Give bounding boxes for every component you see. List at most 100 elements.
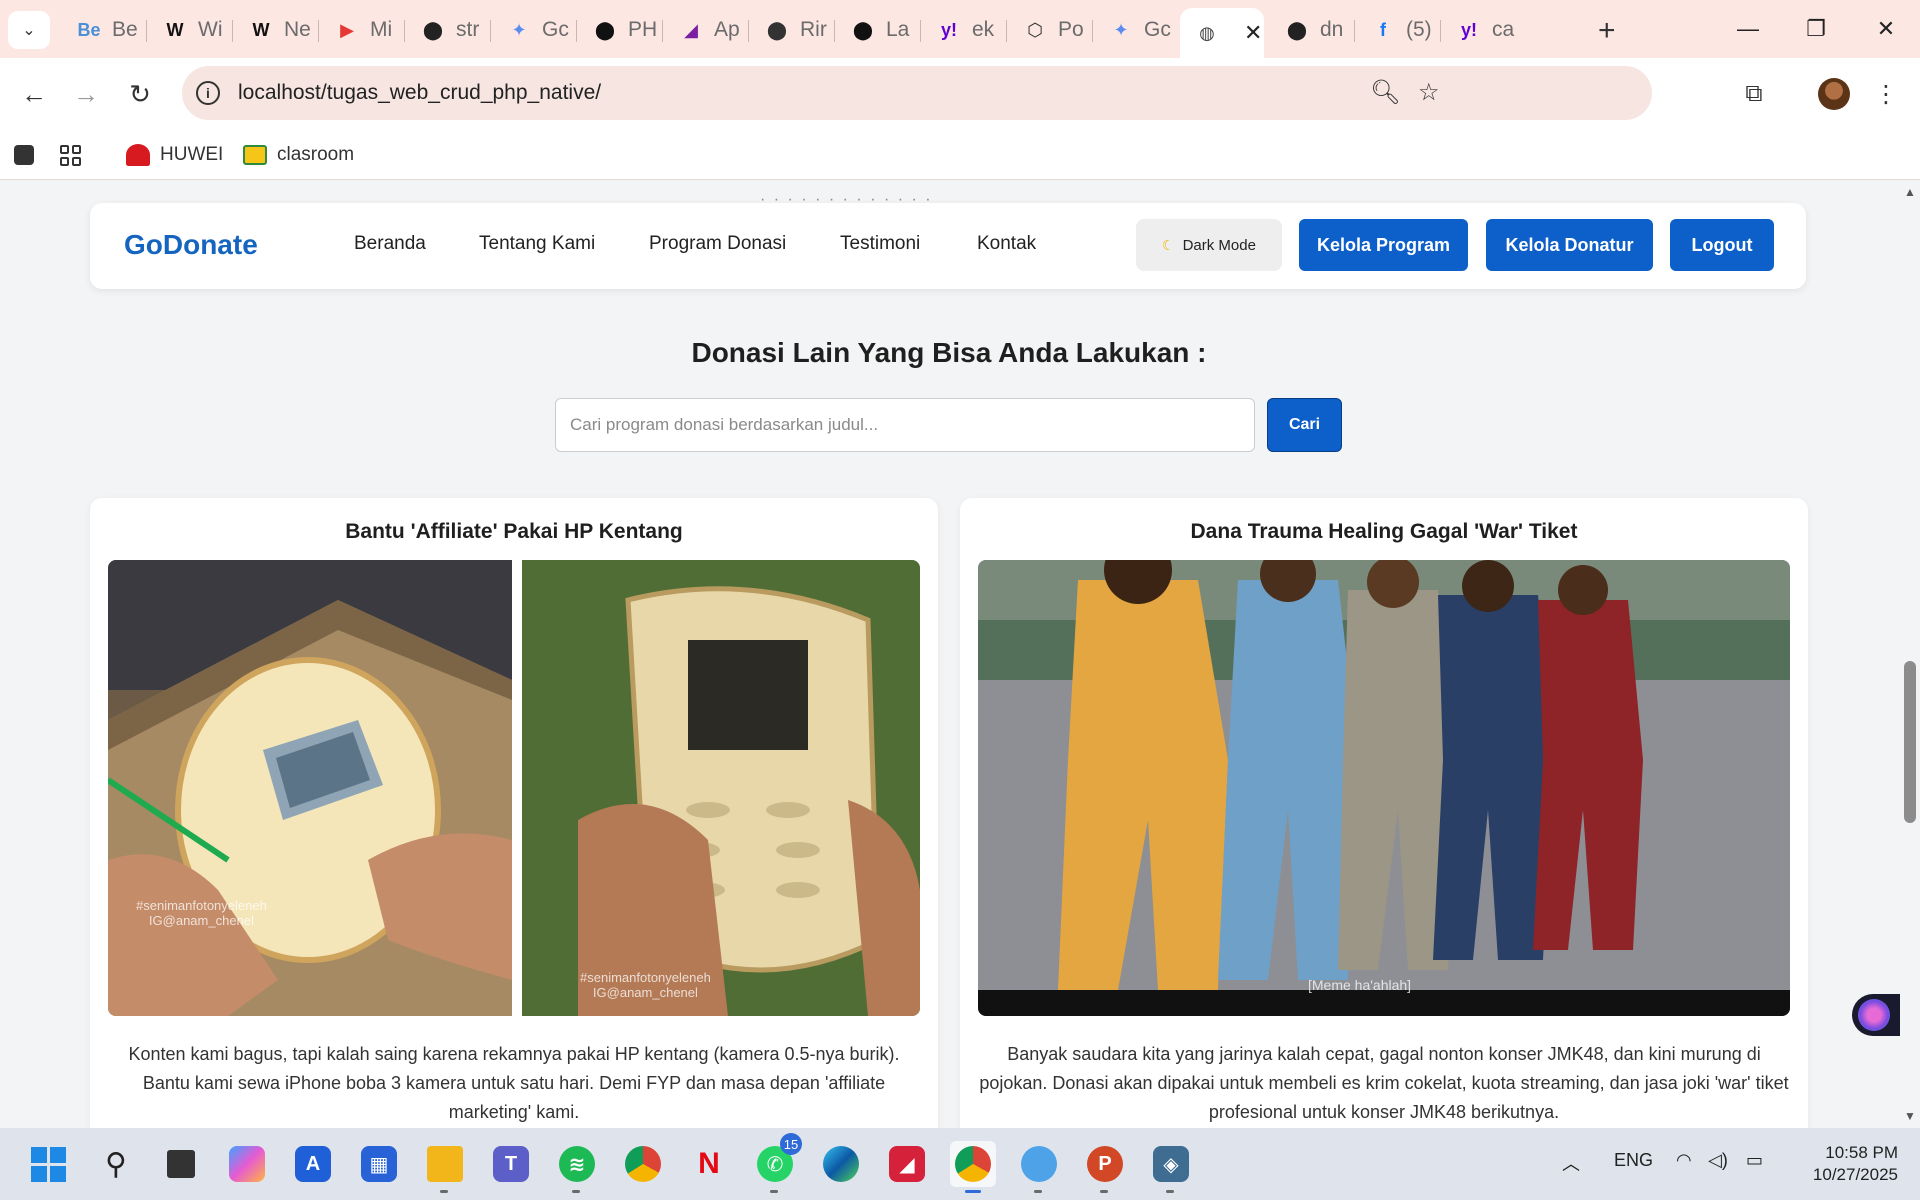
extensions-icon[interactable]: ⧉ <box>1734 74 1774 114</box>
tab-favicon-icon: ✦ <box>511 19 527 40</box>
page-scrollbar[interactable]: ▲ ▼ <box>1900 181 1920 1128</box>
image-watermark: #senimanfotonyeleneh IG@anam_chenel <box>580 970 711 1000</box>
search-button[interactable]: Cari <box>1267 398 1342 452</box>
browser-tab[interactable]: y! ek <box>922 10 1000 50</box>
reload-button[interactable]: ↻ <box>120 74 160 114</box>
browser-tab[interactable]: y! ca <box>1442 10 1520 50</box>
chrome-profile-app[interactable] <box>950 1141 996 1193</box>
nav-kontak[interactable]: Kontak <box>977 233 1036 255</box>
wifi-icon[interactable]: ◠ <box>1676 1150 1692 1171</box>
browser-tab[interactable]: Be Be <box>62 10 140 50</box>
donation-card[interactable]: Bantu 'Affiliate' Pakai HP Kentang #seni… <box>90 498 938 1128</box>
search-input[interactable] <box>555 398 1255 452</box>
arrow-right-icon: → <box>73 78 99 109</box>
donation-card[interactable]: Dana Trauma Healing Gagal 'War' Tiket [M… <box>960 498 1808 1128</box>
app-launcher[interactable]: A <box>290 1141 336 1187</box>
copilot-app[interactable] <box>224 1141 270 1187</box>
browser-tab-active[interactable]: ◍ ✕ <box>1180 8 1264 58</box>
dark-mode-toggle[interactable]: ☾ Dark Mode <box>1136 219 1282 271</box>
tab-separator <box>920 20 921 42</box>
scroll-up-icon[interactable]: ▲ <box>1904 185 1916 199</box>
back-button[interactable]: ← <box>14 74 54 114</box>
language-indicator[interactable]: ENG <box>1614 1150 1653 1171</box>
system-clock[interactable]: 10:58 PM 10/27/2025 <box>1788 1142 1898 1186</box>
volume-icon[interactable]: ◁) <box>1708 1150 1728 1171</box>
spotify-app[interactable]: ≋ <box>554 1141 600 1193</box>
browser-tab[interactable]: W Wi <box>148 10 226 50</box>
site-brand[interactable]: GoDonate <box>124 229 258 261</box>
tab-separator <box>834 20 835 42</box>
profile-avatar[interactable] <box>1818 78 1850 110</box>
site-info-icon[interactable]: i <box>196 81 220 105</box>
kelola-donatur-button[interactable]: Kelola Donatur <box>1486 219 1653 271</box>
restore-button[interactable]: ❐ <box>1788 8 1844 50</box>
tab-title: Rir <box>800 18 827 41</box>
chrome-app[interactable] <box>620 1141 666 1187</box>
running-indicator <box>1034 1190 1042 1193</box>
tab-search-button[interactable]: ⌄ <box>8 11 50 49</box>
teams-icon: T <box>493 1146 529 1182</box>
minimize-button[interactable]: — <box>1720 8 1776 50</box>
new-tab-button[interactable]: + <box>1598 14 1616 48</box>
close-tab-icon[interactable]: ✕ <box>1244 20 1262 46</box>
logout-button[interactable]: Logout <box>1670 219 1774 271</box>
browser-tab[interactable]: ⬤ PH <box>578 10 656 50</box>
tab-favicon-icon: ⬤ <box>852 19 874 40</box>
powerpoint-app[interactable]: P <box>1082 1141 1128 1193</box>
nav-program-donasi[interactable]: Program Donasi <box>649 233 786 255</box>
file-explorer-app[interactable] <box>422 1141 468 1193</box>
address-bar[interactable]: i localhost/tugas_web_crud_php_native/ 🔍… <box>182 66 1652 120</box>
netflix-app[interactable]: N <box>686 1141 732 1187</box>
tab-group-icon[interactable] <box>14 140 34 170</box>
browser-tab[interactable]: W Ne <box>234 10 312 50</box>
ai-assistant-button[interactable] <box>1852 994 1900 1036</box>
whatsapp-app[interactable]: ✆ 15 <box>752 1133 802 1193</box>
tab-separator <box>1440 20 1441 42</box>
browser-tab[interactable]: ⬤ str <box>406 10 484 50</box>
browser-tab[interactable]: ▶ Mi <box>320 10 398 50</box>
browser-tab[interactable]: ⬤ dn <box>1270 10 1348 50</box>
elephant-app[interactable] <box>1016 1141 1062 1193</box>
browser-tab[interactable]: ✦ Gc <box>1094 10 1172 50</box>
scrollbar-thumb[interactable] <box>1904 661 1916 823</box>
nav-tentang-kami[interactable]: Tentang Kami <box>479 233 595 255</box>
scroll-down-icon[interactable]: ▼ <box>1904 1109 1916 1123</box>
watermark-text: #senimanfotonyeleneh IG@anam_chenel <box>136 898 267 928</box>
taskbar-search-button[interactable]: ⚲ <box>93 1141 139 1187</box>
kelola-program-button[interactable]: Kelola Program <box>1299 219 1468 271</box>
task-view-button[interactable] <box>158 1141 204 1187</box>
bookmark-classroom[interactable]: clasroom <box>243 140 354 170</box>
spotify-icon: ≋ <box>559 1146 595 1182</box>
card-image-suited-men: [Meme ha'ahlah] <box>978 560 1790 1016</box>
browser-tab[interactable]: ◢ Ap <box>664 10 742 50</box>
browser-menu-icon[interactable]: ⋮ <box>1866 74 1906 114</box>
bookmark-huwei[interactable]: HUWEI <box>126 140 223 170</box>
browser-tab[interactable]: ✦ Gc <box>492 10 570 50</box>
apps-grid-icon[interactable] <box>60 140 81 170</box>
nav-beranda[interactable]: Beranda <box>354 233 426 255</box>
show-hidden-icons-chevron-icon[interactable]: ︿ <box>1562 1150 1580 1176</box>
tab-favicon-icon: Be <box>77 19 101 40</box>
edge-app[interactable] <box>818 1141 864 1187</box>
microsoft-store-app[interactable]: ▦ <box>356 1141 402 1187</box>
browser-tab[interactable]: ⬤ Rir <box>750 10 828 50</box>
browser-tab[interactable]: f (5) <box>1356 10 1434 50</box>
tab-separator <box>748 20 749 42</box>
nav-testimoni[interactable]: Testimoni <box>840 233 920 255</box>
tab-favicon-icon: ⬤ <box>766 19 788 40</box>
browser-tab[interactable]: ⬡ Po <box>1008 10 1086 50</box>
bookmark-star-icon[interactable]: ☆ <box>1418 78 1440 107</box>
close-window-button[interactable]: ✕ <box>1858 8 1914 50</box>
tab-favicon-icon: ⬤ <box>1286 19 1308 40</box>
mysql-workbench-app[interactable]: ◈ <box>1148 1141 1194 1193</box>
url-text[interactable]: localhost/tugas_web_crud_php_native/ <box>238 81 601 105</box>
forward-button[interactable]: → <box>66 74 106 114</box>
battery-icon[interactable]: ▭ <box>1746 1150 1763 1171</box>
teams-app[interactable]: T <box>488 1141 534 1187</box>
watermark-text: #senimanfotonyeleneh IG@anam_chenel <box>580 970 711 1000</box>
zoom-icon[interactable]: 🔍︎ <box>1370 78 1400 107</box>
start-button[interactable] <box>25 1141 71 1187</box>
card-description: Banyak saudara kita yang jarinya kalah c… <box>979 1044 1789 1122</box>
adobe-app[interactable]: ◢ <box>884 1141 930 1187</box>
browser-tab[interactable]: ⬤ La <box>836 10 914 50</box>
